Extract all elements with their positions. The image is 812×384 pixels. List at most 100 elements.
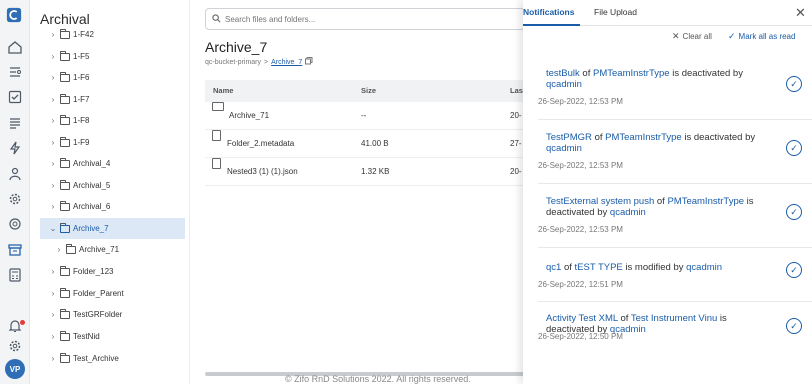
- chevron-down-icon[interactable]: ⌄: [48, 224, 58, 233]
- settings-gear-icon[interactable]: [7, 191, 23, 207]
- tree-item[interactable]: › Test_Archive: [30, 348, 185, 369]
- archive-icon[interactable]: [7, 242, 23, 258]
- chevron-right-icon[interactable]: ›: [48, 95, 58, 104]
- tree-item[interactable]: › Folder_Parent: [30, 283, 185, 304]
- notification-subject[interactable]: TestExternal system push: [546, 196, 654, 207]
- notification-user[interactable]: qcadmin: [546, 143, 582, 154]
- calculator-icon[interactable]: [7, 267, 23, 283]
- search-input[interactable]: [225, 14, 505, 24]
- breadcrumb-current[interactable]: Archive_7: [271, 59, 302, 66]
- chevron-right-icon[interactable]: ›: [48, 138, 58, 147]
- column-header-last-modified[interactable]: Las: [510, 80, 523, 102]
- mark-all-read-button[interactable]: ✓ Mark all as read: [728, 31, 795, 42]
- tree-item[interactable]: › TestGRFolder: [30, 304, 185, 325]
- notification-item[interactable]: Activity Test XML of Test Instrument Vin…: [538, 313, 812, 365]
- notification-item[interactable]: TestExternal system push of PMTeamInstrT…: [538, 196, 812, 248]
- notification-type[interactable]: Test Instrument Vinu: [631, 313, 717, 324]
- mark-read-check-icon[interactable]: ✓: [786, 140, 802, 156]
- chevron-right-icon[interactable]: ›: [48, 73, 58, 82]
- settings-icon[interactable]: [7, 216, 23, 232]
- users-icon[interactable]: [7, 166, 23, 182]
- notification-time: 26-Sep-2022, 12:53 PM: [538, 97, 623, 106]
- copy-icon[interactable]: [305, 57, 313, 67]
- tree-item[interactable]: › Archival_4: [30, 153, 185, 174]
- notification-subject[interactable]: testBulk: [546, 68, 580, 79]
- notification-user[interactable]: qcadmin: [686, 262, 722, 273]
- tab-file-upload[interactable]: File Upload: [594, 7, 637, 17]
- breadcrumb-separator: >: [264, 58, 269, 66]
- table-row[interactable]: Nested3 (1) (1).json 1.32 KB 20-: [205, 158, 525, 186]
- search-box[interactable]: [205, 8, 525, 30]
- file-name[interactable]: Folder_2.metadata: [227, 130, 294, 158]
- notification-subject[interactable]: TestPMGR: [546, 132, 592, 143]
- chevron-right-icon[interactable]: ›: [48, 159, 58, 168]
- main-content: Archive_7 qc-bucket-primary > Archive_7 …: [190, 0, 525, 384]
- workflow-icon[interactable]: [7, 64, 23, 80]
- notification-text: of: [617, 313, 631, 324]
- chevron-right-icon[interactable]: ›: [48, 310, 58, 319]
- tree-item[interactable]: › Folder_123: [30, 261, 185, 282]
- tree-item[interactable]: › 1-F7: [30, 89, 185, 110]
- table-row[interactable]: Folder_2.metadata 41.00 B 27-: [205, 130, 525, 158]
- tree-item[interactable]: › 1-F6: [30, 67, 185, 88]
- column-header-name[interactable]: Name: [213, 80, 233, 102]
- mark-read-check-icon[interactable]: ✓: [786, 318, 802, 334]
- chevron-right-icon[interactable]: ›: [48, 267, 58, 276]
- home-icon[interactable]: [7, 39, 23, 55]
- list-icon[interactable]: [7, 115, 23, 131]
- mark-read-check-icon[interactable]: ✓: [786, 76, 802, 92]
- notification-type[interactable]: tEST TYPE: [575, 262, 623, 273]
- notification-item[interactable]: testBulk of PMTeamInstrType is deactivat…: [538, 68, 812, 120]
- chevron-right-icon[interactable]: ›: [48, 289, 58, 298]
- tree-item[interactable]: › 1-F42: [30, 24, 185, 45]
- notification-time: 26-Sep-2022, 12:51 PM: [538, 280, 623, 289]
- tree-item-label: 1-F7: [73, 95, 90, 104]
- mark-read-check-icon[interactable]: ✓: [786, 204, 802, 220]
- file-name[interactable]: Nested3 (1) (1).json: [227, 158, 298, 186]
- notification-type[interactable]: PMTeamInstrType: [667, 196, 744, 207]
- notification-type[interactable]: PMTeamInstrType: [593, 68, 670, 79]
- tree-item[interactable]: › 1-F5: [30, 46, 185, 67]
- notification-bell-icon[interactable]: [7, 318, 25, 334]
- chevron-right-icon[interactable]: ›: [48, 332, 58, 341]
- chevron-right-icon[interactable]: ›: [48, 181, 58, 190]
- notification-subject[interactable]: qc1: [546, 262, 561, 273]
- notification-user[interactable]: qcadmin: [546, 79, 582, 90]
- chevron-right-icon[interactable]: ›: [48, 202, 58, 211]
- notification-type[interactable]: PMTeamInstrType: [605, 132, 682, 143]
- notification-user[interactable]: qcadmin: [610, 207, 646, 218]
- tree-item[interactable]: › Archive_71: [30, 239, 185, 260]
- breadcrumb-root[interactable]: qc-bucket-primary: [205, 59, 261, 66]
- search-icon: [212, 13, 221, 25]
- notification-item[interactable]: qc1 of tEST TYPE is modified by qcadmin …: [538, 262, 812, 302]
- chevron-right-icon[interactable]: ›: [54, 245, 64, 254]
- tree-item[interactable]: › Archival_6: [30, 196, 185, 217]
- close-icon[interactable]: ✕: [795, 5, 806, 21]
- notification-text: of: [561, 262, 575, 273]
- chevron-right-icon[interactable]: ›: [48, 30, 58, 39]
- gear-icon[interactable]: [7, 338, 23, 354]
- chevron-right-icon[interactable]: ›: [48, 116, 58, 125]
- tree-item-label: Folder_Parent: [73, 289, 124, 298]
- column-header-size[interactable]: Size: [361, 80, 376, 102]
- chevron-right-icon[interactable]: ›: [48, 354, 58, 363]
- tree-item[interactable]: › 1-F8: [30, 110, 185, 131]
- clear-all-button[interactable]: ✕ Clear all: [672, 31, 712, 42]
- table-row[interactable]: Archive_71 -- 20-: [205, 102, 525, 130]
- folder-icon: [212, 102, 224, 111]
- tree-item-selected[interactable]: ⌄ Archive_7: [40, 218, 185, 239]
- avatar[interactable]: VP: [5, 359, 25, 379]
- tab-notifications[interactable]: Notifications: [523, 7, 574, 17]
- tree-item[interactable]: › 1-F9: [30, 132, 185, 153]
- chevron-right-icon[interactable]: ›: [48, 52, 58, 61]
- mark-read-check-icon[interactable]: ✓: [786, 262, 802, 278]
- tree-item[interactable]: › Archival_5: [30, 175, 185, 196]
- notification-subject[interactable]: Activity Test XML: [546, 313, 618, 324]
- tree-item[interactable]: › TestNid: [30, 326, 185, 347]
- notification-item[interactable]: TestPMGR of PMTeamInstrType is deactivat…: [538, 132, 812, 184]
- checklist-icon[interactable]: [7, 89, 23, 105]
- lightning-icon[interactable]: [7, 140, 23, 156]
- file-name[interactable]: Archive_71: [229, 102, 269, 130]
- logo-icon[interactable]: [6, 7, 24, 25]
- tree-item-label: Test_Archive: [73, 354, 119, 363]
